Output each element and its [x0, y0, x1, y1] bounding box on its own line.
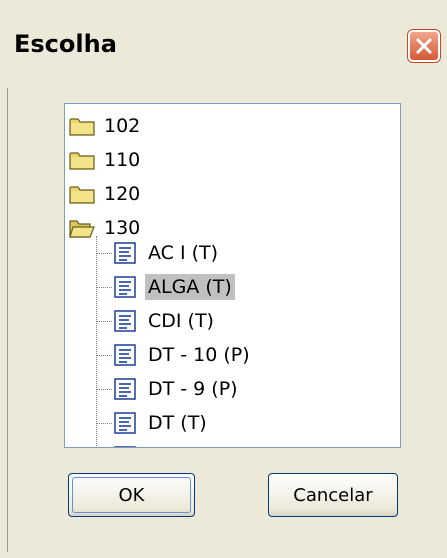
document-icon: [114, 276, 136, 298]
document-icon: [114, 344, 136, 366]
window-title: Escolha: [14, 30, 117, 58]
cancel-button[interactable]: Cancelar: [268, 473, 398, 517]
document-icon: [114, 412, 136, 434]
tree-item[interactable]: CDI (T): [113, 304, 217, 338]
tree-item[interactable]: DT - 9 (P): [113, 372, 241, 406]
tree-item-partial: [113, 440, 145, 447]
document-icon: [114, 310, 136, 332]
tree-connector: [96, 321, 112, 322]
tree-item-label: DT - 10 (P): [148, 344, 250, 366]
title-bar[interactable]: Escolha: [0, 0, 447, 88]
folder-open-icon: [69, 220, 95, 238]
tree-connector: [96, 287, 112, 288]
tree-item-label: DT - 9 (P): [148, 378, 238, 400]
tree-item-label: AC I (T): [148, 242, 219, 264]
ok-button[interactable]: OK: [68, 473, 195, 517]
tree-connector-vertical: [96, 236, 97, 446]
folder-closed-icon: [69, 152, 95, 170]
document-icon: [114, 446, 136, 447]
tree-item-label: CDI (T): [148, 310, 214, 332]
tree-connector: [96, 355, 112, 356]
tree-item-label: ALGA (T): [145, 274, 235, 300]
tree-folder-label: 120: [104, 183, 141, 205]
document-icon: [114, 378, 136, 400]
tree-folder-label: 102: [104, 115, 141, 137]
tree-connector: [96, 253, 112, 254]
tree-folder-120[interactable]: 120: [69, 177, 143, 211]
folder-closed-icon: [69, 118, 95, 136]
tree-folder-110[interactable]: 110: [69, 143, 143, 177]
ok-button-focus-ring: [72, 477, 191, 513]
cancel-button-label: Cancelar: [293, 484, 373, 506]
tree-folder-102[interactable]: 102: [69, 109, 143, 143]
tree-item[interactable]: AC I (T): [113, 236, 221, 270]
close-button[interactable]: [408, 30, 440, 62]
window-frame-left: [0, 88, 8, 558]
tree-item-label: DT (T): [148, 412, 207, 434]
tree-connector: [96, 423, 112, 424]
tree-item[interactable]: DT - 10 (P): [113, 338, 253, 372]
tree-item-selected[interactable]: ALGA (T): [113, 270, 235, 304]
tree-item[interactable]: DT (T): [113, 406, 210, 440]
tree-view[interactable]: 102 110 120 130 AC I (T) ALGA (T) CDI (T…: [64, 103, 401, 448]
folder-closed-icon: [69, 186, 95, 204]
window-frame-bottom: [0, 552, 447, 558]
tree-connector: [96, 389, 112, 390]
tree-folder-label: 110: [104, 149, 141, 171]
dialog-window: Escolha 102 110 120 130 AC I (T) ALGA (T…: [0, 0, 447, 558]
document-icon: [114, 242, 136, 264]
close-icon: [415, 37, 433, 55]
